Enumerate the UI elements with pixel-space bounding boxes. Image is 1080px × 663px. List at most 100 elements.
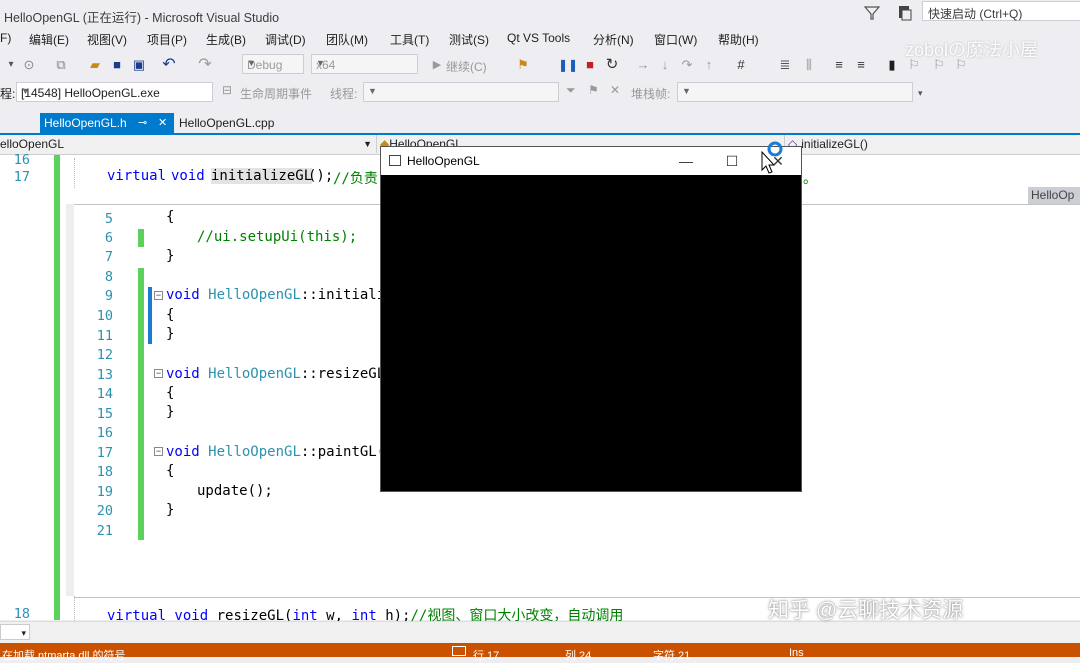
restart-icon[interactable]: ↻ <box>603 56 621 74</box>
change-bar <box>138 268 144 540</box>
collapse-icon[interactable]: − <box>154 447 163 456</box>
chevron-down-icon: ▼ <box>363 139 372 149</box>
process-label: 程: <box>0 87 16 101</box>
zoom-dropdown[interactable]: ▾ <box>0 624 30 640</box>
menu-test[interactable]: 测试(S) <box>449 31 489 48</box>
code-line: //ui.setupUi(this); <box>197 229 358 245</box>
stack-frame-select[interactable]: ▼ <box>677 82 913 102</box>
tab-hello-opengl-cpp[interactable]: HelloOpenGL.cpp <box>175 113 278 133</box>
hex-icon[interactable]: # <box>732 56 750 74</box>
menu-edit[interactable]: 编辑(E) <box>29 31 69 48</box>
clear-bookmarks-icon[interactable]: ⚐ <box>952 56 970 74</box>
menu-window[interactable]: 窗口(W) <box>654 31 697 48</box>
filter-icon[interactable]: ⏷ <box>566 83 576 98</box>
save-icon[interactable]: ■ <box>108 56 126 74</box>
threads-icon[interactable]: ≣ <box>776 56 794 74</box>
step-over-icon[interactable]: ↷ <box>678 56 696 74</box>
opengl-window[interactable]: HelloOpenGL — ☐ ✕ <box>380 146 802 492</box>
horizontal-scrollbar[interactable]: ▾ <box>0 621 1080 644</box>
dropdown-arrow-icon[interactable]: ▾ <box>2 56 20 74</box>
uncomment-icon[interactable]: ≡ <box>852 56 870 74</box>
tab-label: HelloOpenGL.cpp <box>179 116 275 130</box>
menu-tools[interactable]: 工具(T) <box>390 31 429 48</box>
menu-debug[interactable]: 调试(D) <box>265 31 306 48</box>
line-number: 18 <box>96 464 113 480</box>
menu-project[interactable]: 项目(P) <box>147 31 187 48</box>
document-tabs: HelloOpenGL.h ⊸ ✕ HelloOpenGL.cpp <box>0 113 1080 133</box>
line-number: 11 <box>96 328 113 344</box>
chevron-down-icon: ▼ <box>316 58 325 68</box>
maximize-button[interactable]: ☐ <box>717 151 747 171</box>
chevron-down-icon: ▼ <box>21 86 30 96</box>
member-value: initializeGL() <box>801 137 868 151</box>
forward-icon[interactable]: ⊙ <box>20 56 38 74</box>
configuration-select[interactable]: Debug ▼ <box>242 54 304 74</box>
busy-cursor-icon <box>761 141 783 174</box>
menu-file[interactable]: F) <box>0 31 11 45</box>
member-dropdown[interactable]: ◇ initializeGL() <box>786 135 1080 153</box>
code-token: (); <box>308 168 334 184</box>
undo-icon[interactable]: ↶ <box>160 56 178 74</box>
show-next-statement-icon[interactable]: → <box>634 56 652 74</box>
line-number: 13 <box>96 367 113 383</box>
line-number: 21 <box>96 523 113 539</box>
selection-bar <box>148 287 152 344</box>
status-icon <box>452 646 466 656</box>
peek-tab[interactable]: HelloOp <box>1028 187 1080 204</box>
code-comment: //负责 <box>333 171 378 187</box>
bookmark-icon[interactable]: ▮ <box>883 56 901 74</box>
code-line-function: void HelloOpenGL::initializ <box>166 287 394 303</box>
continue-icon[interactable]: ▶ <box>428 56 446 74</box>
thread-select[interactable]: ▼ <box>363 82 559 102</box>
tab-label: HelloOpenGL.h <box>44 116 127 130</box>
continue-label[interactable]: 继续(C) <box>446 58 487 75</box>
step-out-icon[interactable]: ↑ <box>700 56 718 74</box>
open-folder-icon[interactable]: ▰ <box>86 56 104 74</box>
tab-hello-opengl-h[interactable]: HelloOpenGL.h ⊸ ✕ <box>40 113 174 133</box>
opengl-window-titlebar[interactable]: HelloOpenGL — ☐ ✕ <box>381 147 801 175</box>
process-select[interactable]: [14548] HelloOpenGL.exe ▼ <box>16 82 213 102</box>
prev-bookmark-icon[interactable]: ⚐ <box>905 56 923 74</box>
status-message: 在加载 ntmarta.dll 的符号 <box>2 650 126 662</box>
attach-icon[interactable]: ⚑ <box>514 56 532 74</box>
pause-icon[interactable]: ❚❚ <box>558 56 578 74</box>
filter-icon[interactable] <box>862 3 882 23</box>
project-dropdown[interactable]: elloOpenGL ▼ <box>0 135 377 153</box>
lifecycle-icon[interactable]: ⊟ <box>222 83 232 97</box>
collapse-icon[interactable]: − <box>154 369 163 378</box>
flag-icon[interactable]: ⚑ <box>588 83 599 97</box>
step-into-icon[interactable]: ↓ <box>656 56 674 74</box>
pin-icon[interactable]: ⊸ <box>138 113 147 133</box>
line-number: 7 <box>104 249 113 265</box>
line-number: 15 <box>96 406 113 422</box>
menu-build[interactable]: 生成(B) <box>206 31 246 48</box>
line-number: 6 <box>104 230 113 246</box>
line-number: 8 <box>104 269 113 285</box>
next-bookmark-icon[interactable]: ⚐ <box>930 56 948 74</box>
lifecycle-events-label[interactable]: 生命周期事件 <box>240 85 312 102</box>
menu-help[interactable]: 帮助(H) <box>718 31 759 48</box>
menu-analyze[interactable]: 分析(N) <box>593 31 634 48</box>
quick-launch-placeholder: 快速启动 (Ctrl+Q) <box>928 7 1023 21</box>
platform-select[interactable]: x64 ▼ <box>311 54 418 74</box>
code-line: update(); <box>197 483 273 499</box>
redo-icon[interactable]: ↷ <box>196 56 214 74</box>
line-number: 20 <box>96 503 113 519</box>
comment-icon[interactable]: ≡ <box>830 56 848 74</box>
stack-icon[interactable]: ⫼ <box>800 56 818 74</box>
close-icon[interactable]: ✕ <box>158 113 167 133</box>
save-all-icon[interactable]: ▣ <box>130 56 148 74</box>
menu-view[interactable]: 视图(V) <box>87 31 127 48</box>
line-number: 17 <box>96 445 113 461</box>
status-insert-mode: Ins <box>789 647 804 659</box>
menu-qt-vs-tools[interactable]: Qt VS Tools <box>507 31 570 45</box>
new-project-icon[interactable]: ⧉ <box>52 56 70 74</box>
collapse-icon[interactable]: ✕ <box>610 83 620 97</box>
overflow-icon[interactable]: ▾ <box>918 88 923 99</box>
menu-team[interactable]: 团队(M) <box>326 31 368 48</box>
quick-launch-input[interactable]: 快速启动 (Ctrl+Q) <box>922 1 1080 21</box>
minimize-button[interactable]: — <box>671 151 701 171</box>
collapse-icon[interactable]: − <box>154 291 163 300</box>
stop-icon[interactable]: ■ <box>581 56 599 74</box>
feedback-icon[interactable] <box>894 3 914 23</box>
